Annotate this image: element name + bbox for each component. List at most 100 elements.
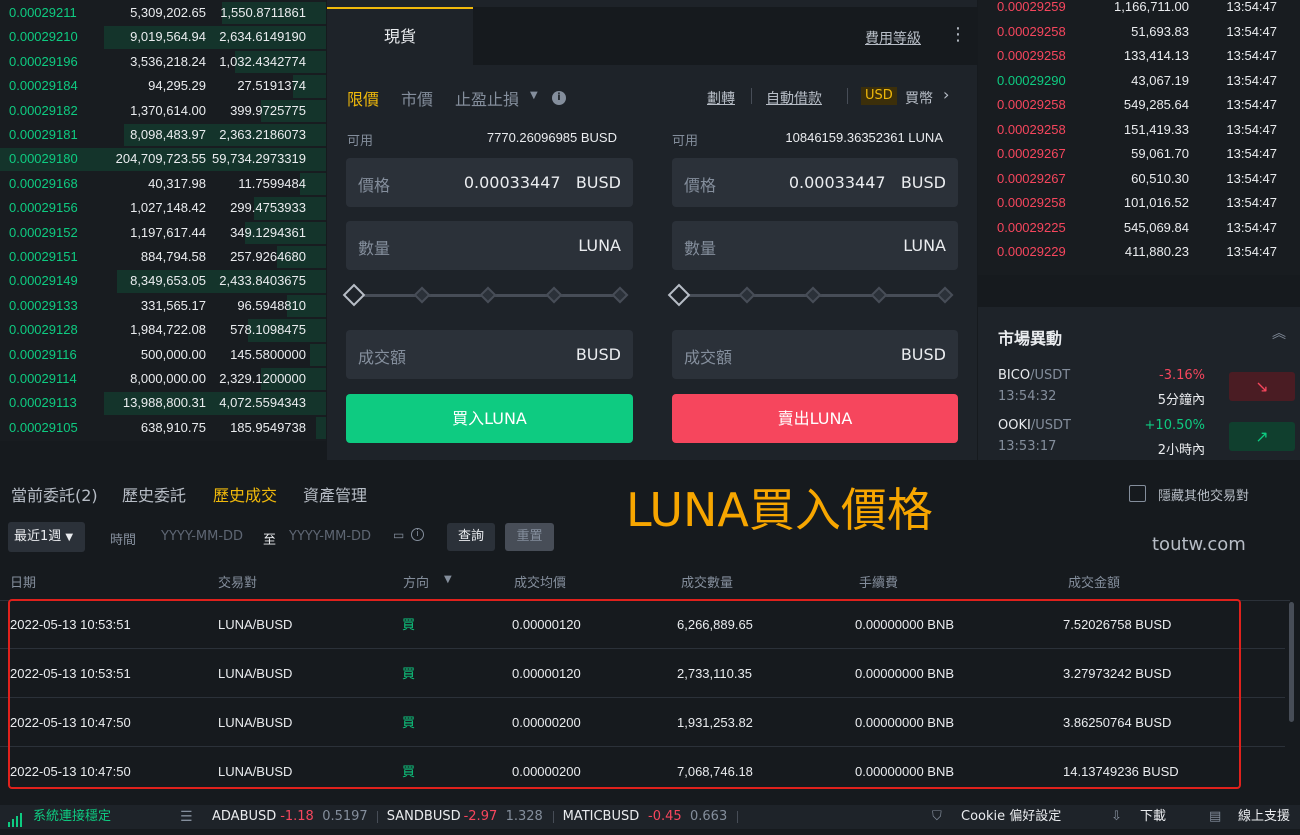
- buy-quantity-input[interactable]: 數量 LUNA: [346, 221, 633, 270]
- signal-icon: [8, 811, 22, 827]
- buy-total-input[interactable]: 成交額 BUSD: [346, 330, 633, 379]
- trade-time: 13:54:47: [1226, 48, 1277, 63]
- orderbook-row[interactable]: 0.00029180 204,709,723.55 59,734.2973319: [0, 147, 326, 171]
- col-pair[interactable]: 交易對: [218, 572, 257, 591]
- orderbook-price: 0.00029181: [9, 127, 78, 142]
- chevron-down-icon[interactable]: ▼: [530, 90, 538, 101]
- orderbook-row[interactable]: 0.00029182 1,370,614.00 399.9725775: [0, 99, 326, 123]
- reset-button[interactable]: 重置: [505, 523, 554, 551]
- order-form: 現貨 費用等級 ⋮ 限價 市價 止盈止損 ▼ i 劃轉 自動借款 USD 買幣 …: [327, 0, 977, 460]
- orderbook-row[interactable]: 0.00029184 94,295.29 27.5191374: [0, 74, 326, 98]
- orderbook-row[interactable]: 0.00029128 1,984,722.08 578.1098475: [0, 318, 326, 342]
- order-type-limit[interactable]: 限價: [347, 86, 379, 110]
- quantity-label: 數量: [358, 239, 391, 258]
- col-date[interactable]: 日期: [10, 572, 36, 591]
- orderbook-amount: 884,794.58: [140, 249, 206, 264]
- orderbook-price: 0.00029128: [9, 322, 78, 338]
- tab-trade-history[interactable]: 歷史成交: [213, 482, 277, 506]
- trade-price: 0.00029258: [997, 23, 1066, 39]
- orderbook-price: 0.00029168: [9, 175, 78, 191]
- orderbook-row[interactable]: 0.00029151 884,794.58 257.9264680: [0, 245, 326, 269]
- sell-price-input[interactable]: 價格 0.00033447 BUSD: [672, 158, 958, 207]
- col-fee[interactable]: 手續費: [859, 572, 898, 591]
- info-icon[interactable]: i: [552, 91, 566, 105]
- orderbook-row[interactable]: 0.00029113 13,988,800.31 4,072.5594343: [0, 391, 326, 415]
- fee-level-link[interactable]: 費用等級: [865, 28, 921, 48]
- orderbook-row[interactable]: 0.00029116 500,000.00 145.5800000: [0, 343, 326, 367]
- chevron-right-icon[interactable]: ›: [943, 85, 949, 104]
- orderbook-row[interactable]: 0.00029196 3,536,218.24 1,032.4342774: [0, 50, 326, 74]
- orderbook-row[interactable]: 0.00029181 8,098,483.97 2,363.2186073: [0, 123, 326, 147]
- usd-badge[interactable]: USD: [861, 87, 897, 105]
- highlight-box: [8, 599, 1241, 789]
- total-unit: BUSD: [575, 345, 621, 364]
- collapse-icon[interactable]: ︽: [1272, 323, 1286, 343]
- orderbook-row[interactable]: 0.00029168 40,317.98 11.7599484: [0, 172, 326, 196]
- market-trades: 0.00029259 1,166,711.00 13:54:47 0.00029258…: [978, 0, 1300, 275]
- orderbook-row[interactable]: 0.00029210 9,019,564.94 2,634.6149190: [0, 25, 326, 49]
- col-total[interactable]: 成交金額: [1068, 572, 1120, 591]
- orderbook-row[interactable]: 0.00029152 1,197,617.44 349.1294361: [0, 221, 326, 245]
- hide-others-checkbox[interactable]: [1129, 485, 1146, 502]
- ticker-symbol[interactable]: SANDBUSD: [387, 805, 461, 829]
- buy-price-input[interactable]: 價格 0.00033447 BUSD: [346, 158, 633, 207]
- connection-status: 系統連接穩定: [33, 809, 112, 824]
- orderbook-amount: 8,000,000.00: [130, 371, 206, 386]
- total-label: 成交額: [684, 348, 733, 367]
- col-side[interactable]: 方向: [403, 572, 429, 591]
- orderbook-total: 96.5948810: [237, 297, 306, 313]
- cookie-settings-link[interactable]: Cookie 偏好設定: [961, 805, 1061, 829]
- transfer-link[interactable]: 劃轉: [707, 88, 735, 108]
- sell-button[interactable]: 賣出LUNA: [672, 394, 958, 443]
- scrollbar[interactable]: [1289, 602, 1294, 722]
- mover-pair[interactable]: BICO/USDT: [998, 368, 1070, 383]
- sell-percent-slider[interactable]: [667, 283, 959, 307]
- trade-amount: 411,880.23: [1124, 244, 1189, 259]
- market-movers-title: 市場異動: [998, 329, 1063, 348]
- orderbook-row[interactable]: 0.00029133 331,565.17 96.5948810: [0, 294, 326, 318]
- settings-sliders-icon[interactable]: ☰: [180, 805, 193, 829]
- orderbook-amount: 9,019,564.94: [130, 29, 206, 45]
- orderbook-row[interactable]: 0.00029211 5,309,202.65 1,550.8711861: [0, 1, 326, 25]
- download-link[interactable]: 下載: [1140, 805, 1166, 829]
- tab-asset-management[interactable]: 資產管理: [303, 482, 367, 506]
- trade-price: 0.00029258: [997, 195, 1066, 210]
- orderbook-total: 2,634.6149190: [219, 29, 306, 45]
- trade-price: 0.00029229: [997, 244, 1066, 259]
- orderbook-total: 11.7599484: [238, 175, 306, 191]
- buy-percent-slider[interactable]: [342, 283, 634, 307]
- mover-pair[interactable]: OOKI/USDT: [998, 418, 1071, 433]
- mover-period: 2小時內: [1157, 443, 1205, 458]
- chevron-down-icon[interactable]: ▼: [444, 574, 452, 585]
- tab-open-orders[interactable]: 當前委託(2): [11, 482, 98, 506]
- auto-borrow-link[interactable]: 自動借款: [766, 88, 822, 108]
- more-icon[interactable]: ⋮: [949, 24, 967, 45]
- tab-spot[interactable]: 現貨: [327, 7, 473, 65]
- orderbook-row[interactable]: 0.00029156 1,027,148.42 299.4753933: [0, 196, 326, 220]
- info-icon[interactable]: i: [411, 528, 424, 541]
- col-avg-price[interactable]: 成交均價: [514, 572, 566, 591]
- orderbook-row[interactable]: 0.00029105 638,910.75 185.9549738: [0, 416, 326, 440]
- ticker-symbol[interactable]: ADABUSD: [212, 805, 276, 829]
- orderbook-amount: 1,197,617.44: [130, 224, 206, 240]
- col-quantity[interactable]: 成交數量: [681, 572, 733, 591]
- start-date-input[interactable]: YYYY-MM-DD: [161, 529, 243, 544]
- ticker-symbol[interactable]: MATICBUSD: [563, 805, 640, 829]
- calendar-icon[interactable]: ▭: [393, 528, 404, 542]
- end-date-input[interactable]: YYYY-MM-DD: [289, 529, 371, 544]
- orderbook-row[interactable]: 0.00029149 8,349,653.05 2,433.8403675: [0, 269, 326, 293]
- buy-button[interactable]: 買入LUNA: [346, 394, 633, 443]
- order-type-stop[interactable]: 止盈止損: [455, 86, 519, 110]
- support-link[interactable]: 線上支援: [1238, 805, 1290, 829]
- query-button[interactable]: 查詢: [447, 523, 495, 551]
- range-select[interactable]: 最近1週 ▼: [8, 522, 85, 552]
- orderbook-row[interactable]: 0.00029114 8,000,000.00 2,329.1200000: [0, 367, 326, 391]
- sell-total-input[interactable]: 成交額 BUSD: [672, 330, 958, 379]
- trade-amount: 101,016.52: [1123, 195, 1189, 210]
- arrow-down-right-icon: ↘: [1229, 372, 1295, 401]
- order-type-market[interactable]: 市價: [401, 86, 433, 110]
- shield-icon: ⛉: [932, 809, 942, 824]
- sell-quantity-input[interactable]: 數量 LUNA: [672, 221, 958, 270]
- tab-order-history[interactable]: 歷史委託: [122, 482, 186, 506]
- buy-coin-link[interactable]: 買幣: [905, 88, 933, 108]
